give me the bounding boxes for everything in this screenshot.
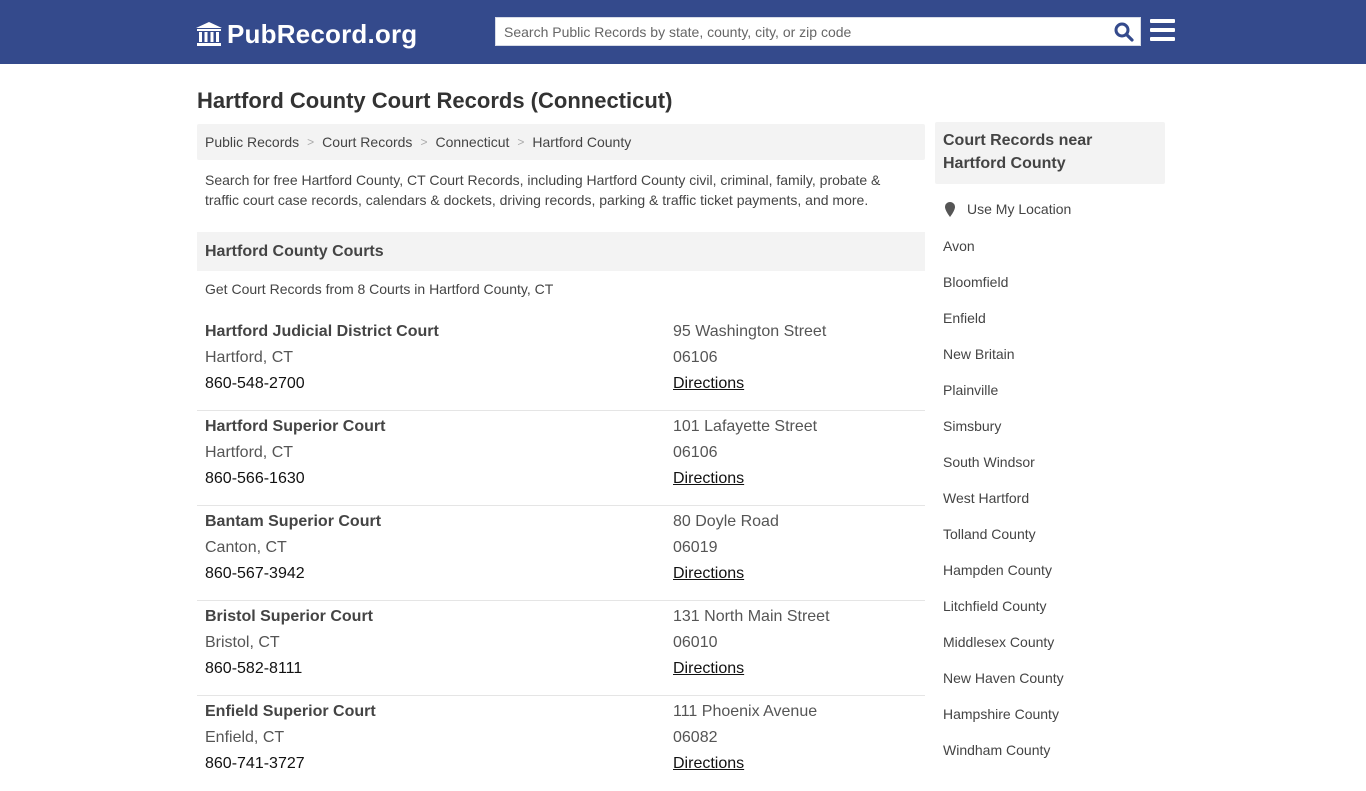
list-item: Hampshire County [943,696,1064,732]
court-name[interactable]: Bristol Superior Court [205,604,373,630]
nearby-place-link[interactable]: Avon [943,238,975,254]
court-street: 80 Doyle Road [673,513,779,530]
court-zip: 06106 [673,349,718,366]
breadcrumb-public-records[interactable]: Public Records [205,134,299,150]
court-item: Bristol Superior Court Bristol, CT 860-5… [197,601,925,696]
court-phone[interactable]: 860-566-1630 [205,466,385,492]
court-street: 95 Washington Street [673,323,827,340]
court-item: Bantam Superior Court Canton, CT 860-567… [197,506,925,601]
court-item: Hartford Superior Court Hartford, CT 860… [197,411,925,506]
court-street: 131 North Main Street [673,608,830,625]
court-city: Canton, CT [205,539,287,556]
court-phone[interactable]: 860-582-8111 [205,656,373,682]
site-logo-link[interactable]: PubRecord.org [195,17,417,51]
list-item: Enfield [943,300,1064,336]
directions-link[interactable]: Directions [673,470,744,487]
list-item: Hampden County [943,552,1064,588]
court-list: Hartford Judicial District Court Hartfor… [197,316,925,791]
breadcrumb-hartford-county[interactable]: Hartford County [532,134,631,150]
use-my-location-link[interactable]: Use My Location [945,201,1071,217]
use-my-location-label: Use My Location [967,201,1072,217]
breadcrumb-separator: > [307,135,315,149]
nearby-place-link[interactable]: Litchfield County [943,598,1047,614]
court-item: Hartford Judicial District Court Hartfor… [197,316,925,411]
hamburger-menu-icon[interactable] [1150,19,1175,41]
nearby-place-link[interactable]: Simsbury [943,418,1001,434]
sidebar-heading: Court Records near Hartford County [935,122,1165,184]
nearby-place-link[interactable]: Plainville [943,382,998,398]
courts-section-heading: Hartford County Courts [197,232,925,271]
menu-bar [1150,28,1175,32]
menu-bar [1150,19,1175,23]
breadcrumb-separator: > [420,135,428,149]
menu-bar [1150,37,1175,41]
search-input[interactable] [496,18,1096,45]
breadcrumb-court-records[interactable]: Court Records [322,134,412,150]
list-item: New Haven County [943,660,1064,696]
map-pin-icon [945,201,955,217]
directions-link[interactable]: Directions [673,565,744,582]
breadcrumb: Public Records > Court Records > Connect… [197,124,925,160]
nearby-place-link[interactable]: New Haven County [943,670,1064,686]
nearby-place-link[interactable]: South Windsor [943,454,1035,470]
directions-link[interactable]: Directions [673,755,744,772]
nearby-place-link[interactable]: Hampshire County [943,706,1059,722]
courts-summary: Get Court Records from 8 Courts in Hartf… [205,281,554,297]
court-street: 101 Lafayette Street [673,418,818,435]
court-city: Hartford, CT [205,444,294,461]
breadcrumb-separator: > [517,135,525,149]
list-item: South Windsor [943,444,1064,480]
nearby-place-link[interactable]: Enfield [943,310,986,326]
court-name[interactable]: Enfield Superior Court [205,699,376,725]
search-icon[interactable] [1114,22,1134,42]
top-navigation-bar: PubRecord.org [0,0,1366,64]
court-name[interactable]: Hartford Superior Court [205,414,385,440]
court-phone[interactable]: 860-741-3727 [205,751,376,777]
nearby-place-link[interactable]: Tolland County [943,526,1036,542]
court-zip: 06106 [673,444,718,461]
nearby-place-link[interactable]: New Britain [943,346,1015,362]
court-zip: 06082 [673,729,718,746]
nearby-place-link[interactable]: Windham County [943,742,1050,758]
nearby-place-link[interactable]: Middlesex County [943,634,1054,650]
list-item: Middlesex County [943,624,1064,660]
intro-text: Search for free Hartford County, CT Cour… [205,172,881,208]
directions-link[interactable]: Directions [673,660,744,677]
breadcrumb-connecticut[interactable]: Connecticut [435,134,509,150]
court-phone[interactable]: 860-548-2700 [205,371,439,397]
court-name[interactable]: Bantam Superior Court [205,509,381,535]
logo-text: PubRecord.org [227,18,418,49]
list-item: West Hartford [943,480,1064,516]
court-street: 111 Phoenix Avenue [673,703,818,720]
directions-link[interactable]: Directions [673,375,744,392]
list-item: New Britain [943,336,1064,372]
nearby-place-link[interactable]: Hampden County [943,562,1052,578]
search-box [495,17,1141,46]
nearby-place-link[interactable]: West Hartford [943,490,1029,506]
court-name[interactable]: Hartford Judicial District Court [205,319,439,345]
court-zip: 06019 [673,539,718,556]
list-item: Plainville [943,372,1064,408]
court-city: Bristol, CT [205,634,280,651]
courthouse-icon [196,22,222,46]
list-item: Litchfield County [943,588,1064,624]
nearby-places-list: Avon Bloomfield Enfield New Britain Plai… [943,228,1064,768]
list-item: Simsbury [943,408,1064,444]
court-zip: 06010 [673,634,718,651]
court-phone[interactable]: 860-567-3942 [205,561,381,587]
list-item: Windham County [943,732,1064,768]
nearby-place-link[interactable]: Bloomfield [943,274,1008,290]
page-title: Hartford County Court Records (Connectic… [197,88,673,113]
court-item: Enfield Superior Court Enfield, CT 860-7… [197,696,925,791]
court-city: Hartford, CT [205,349,294,366]
list-item: Tolland County [943,516,1064,552]
list-item: Avon [943,228,1064,264]
list-item: Bloomfield [943,264,1064,300]
court-city: Enfield, CT [205,729,285,746]
